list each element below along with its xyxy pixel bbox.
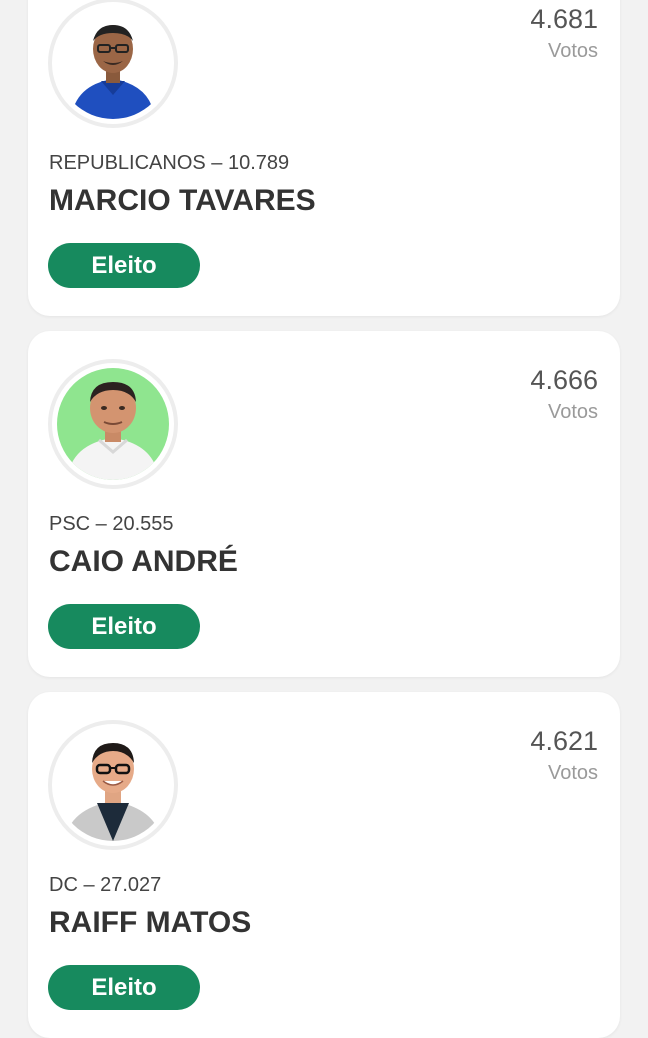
party-number: PSC – 20.555 [49, 513, 174, 535]
status-badge: Eleito [48, 243, 200, 288]
vote-count: 4.666 [530, 365, 598, 395]
party-number: DC – 27.027 [49, 874, 162, 896]
candidate-photo [57, 368, 169, 480]
avatar [48, 0, 178, 128]
candidate-name: RAIFF MATOS [49, 906, 252, 939]
candidate-card[interactable]: 4.681 Votos REPUBLICANOS – 10.789 MARCIO… [28, 0, 620, 316]
votes-label: Votos [547, 40, 598, 62]
status-badge: Eleito [48, 965, 200, 1010]
avatar [48, 720, 178, 850]
party-number: REPUBLICANOS – 10.789 [49, 152, 290, 174]
votes-label: Votos [547, 762, 598, 784]
votes-label: Votos [547, 401, 598, 423]
candidate-photo [57, 7, 169, 119]
vote-count: 4.621 [530, 726, 598, 756]
candidate-name: MARCIO TAVARES [49, 184, 316, 217]
candidate-card[interactable]: 4.666 Votos PSC – 20.555 CAIO ANDRÉ Elei… [28, 331, 620, 677]
avatar [48, 359, 178, 489]
vote-count: 4.681 [530, 4, 598, 34]
candidate-card[interactable]: 4.621 Votos DC – 27.027 RAIFF MATOS Elei… [28, 692, 620, 1038]
candidate-name: CAIO ANDRÉ [49, 545, 238, 578]
candidate-photo [57, 729, 169, 841]
status-badge: Eleito [48, 604, 200, 649]
